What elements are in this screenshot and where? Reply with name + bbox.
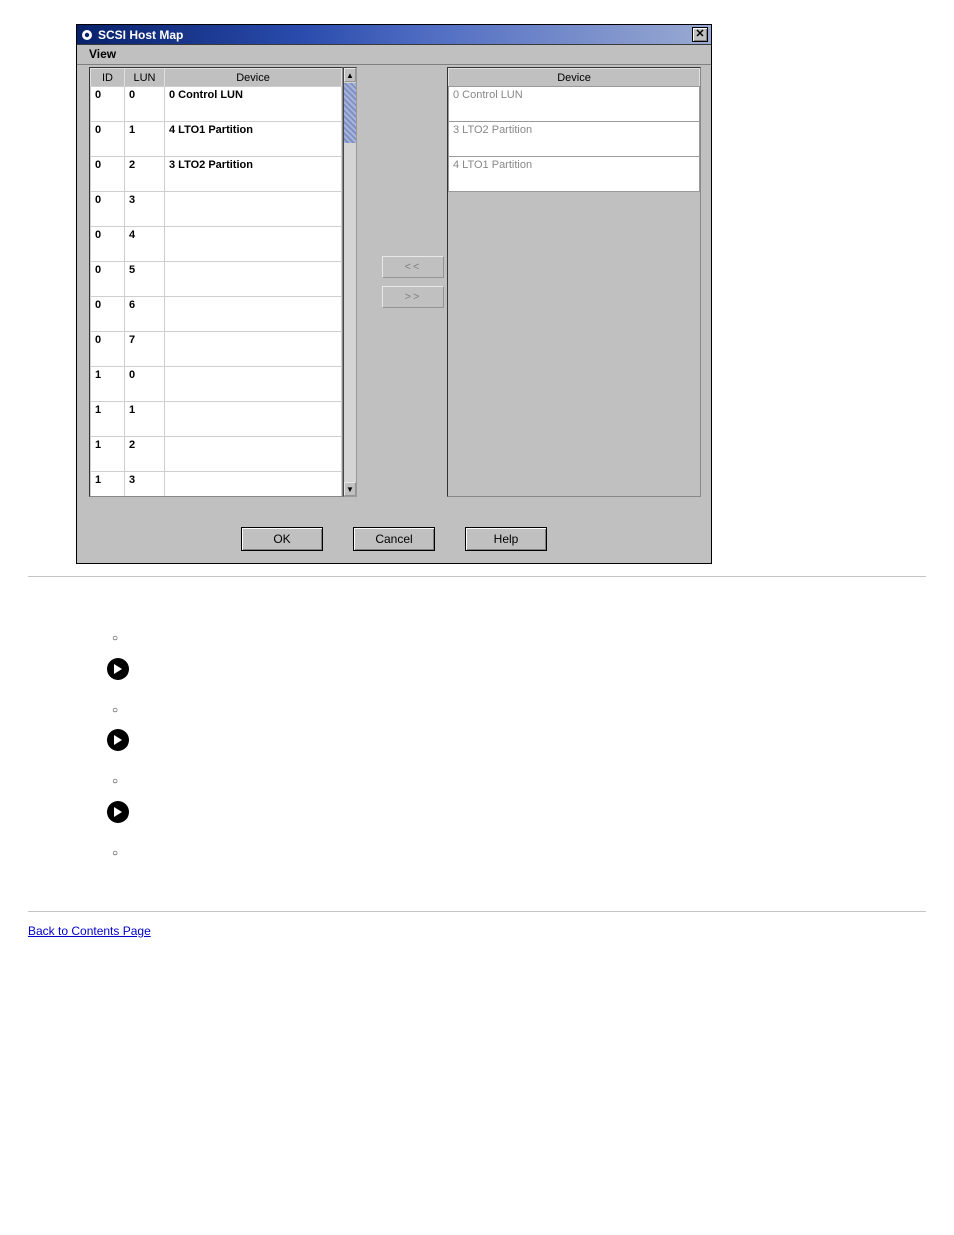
vertical-scrollbar[interactable]: ▲ ▼ bbox=[343, 67, 357, 497]
app-icon bbox=[80, 28, 94, 42]
table-row[interactable]: 11 bbox=[91, 402, 342, 437]
scroll-down-button[interactable]: ▼ bbox=[344, 482, 356, 496]
cancel-button[interactable]: Cancel bbox=[353, 527, 435, 551]
table-row[interactable]: 06 bbox=[91, 297, 342, 332]
scsi-host-map-dialog: SCSI Host Map ✕ View ID LUN Device 000 C… bbox=[76, 24, 712, 564]
list-item bbox=[112, 842, 896, 862]
left-map-table[interactable]: ID LUN Device 000 Control LUN 014 LTO1 P… bbox=[89, 67, 343, 497]
table-row[interactable]: 07 bbox=[91, 332, 342, 367]
doc-content bbox=[78, 627, 896, 861]
table-row[interactable]: 10 bbox=[91, 367, 342, 402]
note-item bbox=[106, 657, 896, 681]
table-row[interactable]: 3 LTO2 Partition bbox=[449, 122, 700, 157]
title-bar: SCSI Host Map ✕ bbox=[77, 25, 711, 45]
move-right-button[interactable]: >> bbox=[382, 286, 444, 308]
scroll-up-button[interactable]: ▲ bbox=[344, 68, 356, 82]
scroll-thumb[interactable] bbox=[344, 83, 356, 143]
list-item bbox=[112, 699, 896, 719]
ok-button[interactable]: OK bbox=[241, 527, 323, 551]
back-to-contents-link[interactable]: Back to Contents Page bbox=[28, 924, 151, 938]
col-header-lun[interactable]: LUN bbox=[125, 69, 165, 87]
col-header-device[interactable]: Device bbox=[449, 69, 700, 87]
menu-bar: View bbox=[77, 45, 711, 65]
arrow-right-icon bbox=[106, 657, 130, 681]
close-button[interactable]: ✕ bbox=[692, 27, 708, 42]
table-row[interactable]: 4 LTO1 Partition bbox=[449, 157, 700, 192]
table-row[interactable]: 023 LTO2 Partition bbox=[91, 157, 342, 192]
table-row[interactable]: 13 bbox=[91, 472, 342, 498]
table-row[interactable]: 05 bbox=[91, 262, 342, 297]
list-item bbox=[112, 770, 896, 790]
list-item bbox=[112, 627, 896, 647]
table-row[interactable]: 000 Control LUN bbox=[91, 87, 342, 122]
dialog-button-bar: OK Cancel Help bbox=[77, 521, 711, 557]
table-row[interactable]: 12 bbox=[91, 437, 342, 472]
table-row[interactable]: 014 LTO1 Partition bbox=[91, 122, 342, 157]
note-item bbox=[106, 728, 896, 752]
arrow-right-icon bbox=[106, 800, 130, 824]
table-row[interactable]: 04 bbox=[91, 227, 342, 262]
table-row[interactable]: 0 Control LUN bbox=[449, 87, 700, 122]
table-row[interactable]: 03 bbox=[91, 192, 342, 227]
right-device-table[interactable]: Device 0 Control LUN 3 LTO2 Partition 4 … bbox=[447, 67, 701, 497]
footer-divider bbox=[28, 911, 926, 912]
arrow-right-icon bbox=[106, 728, 130, 752]
note-item bbox=[106, 800, 896, 824]
move-left-button[interactable]: << bbox=[382, 256, 444, 278]
col-header-id[interactable]: ID bbox=[91, 69, 125, 87]
help-button[interactable]: Help bbox=[465, 527, 547, 551]
section-divider bbox=[28, 576, 926, 577]
menu-view[interactable]: View bbox=[83, 46, 122, 62]
col-header-device[interactable]: Device bbox=[165, 69, 342, 87]
window-title: SCSI Host Map bbox=[98, 28, 183, 42]
